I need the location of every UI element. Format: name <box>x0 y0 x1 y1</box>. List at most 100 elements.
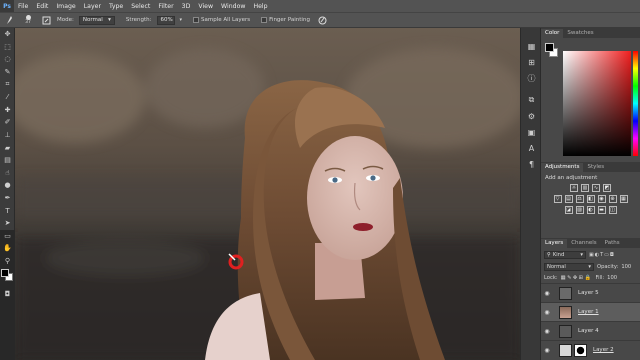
history-icon[interactable]: ▦ <box>521 38 542 54</box>
foreground-color[interactable] <box>1 269 9 278</box>
layer-name[interactable]: Layer 1 <box>578 309 599 315</box>
posterize-icon[interactable]: ▨ <box>575 206 584 214</box>
document-canvas[interactable] <box>15 28 520 360</box>
tab-color[interactable]: Color <box>541 29 564 38</box>
quick-select-icon[interactable]: ✎ <box>0 66 15 79</box>
paragraph-icon[interactable]: ¶ <box>521 156 542 172</box>
fill-value[interactable]: 100 <box>607 275 617 281</box>
info-icon[interactable]: ⓘ <box>521 70 542 86</box>
tab-channels[interactable]: Channels <box>567 239 600 248</box>
color-panel-tabs: Color Swatches <box>541 28 640 38</box>
eye-icon[interactable]: ◉ <box>541 290 553 297</box>
menu-image[interactable]: Image <box>52 3 79 10</box>
black-white-icon[interactable]: ◧ <box>586 195 595 203</box>
lock-icons[interactable]: ▦✎✥⊞🔒 <box>561 275 593 281</box>
eyedropper-icon[interactable]: ⁄ <box>0 91 15 104</box>
opacity-value[interactable]: 100 <box>621 264 631 270</box>
layer-row-layer-1[interactable]: ◉ Layer 1 <box>541 302 640 321</box>
menu-view[interactable]: View <box>194 3 217 10</box>
clone-source-icon[interactable]: ⚙ <box>521 108 542 124</box>
strength-field[interactable]: 60% <box>156 15 175 25</box>
brush-panel-icon[interactable] <box>40 14 52 26</box>
marquee-icon[interactable]: ⬚ <box>0 41 15 54</box>
shape-icon[interactable]: ▭ <box>0 230 15 243</box>
lasso-icon[interactable]: ◌ <box>0 53 15 66</box>
vibrance-icon[interactable]: ▽ <box>553 195 562 203</box>
chevron-down-icon[interactable]: ▾ <box>180 17 183 23</box>
smudge-icon[interactable]: ☝ <box>0 167 15 180</box>
brush-icon[interactable]: ✐ <box>0 116 15 129</box>
foreground-color-swatch[interactable] <box>545 43 554 52</box>
dodge-icon[interactable]: ● <box>0 179 15 192</box>
layer-name[interactable]: Layer 2 <box>593 347 614 353</box>
menu-3d[interactable]: 3D <box>178 3 195 10</box>
crop-icon[interactable]: ⌗ <box>0 78 15 91</box>
healing-icon[interactable]: ✚ <box>0 104 15 117</box>
strength-value: 60% <box>160 17 173 23</box>
pen-icon[interactable]: ✒ <box>0 192 15 205</box>
channel-mixer-icon[interactable]: ⊕ <box>608 195 617 203</box>
color-picker-field[interactable] <box>563 51 631 156</box>
navigator-icon[interactable]: ▣ <box>521 124 542 140</box>
panel-icon-strip: ▦ ⊞ ⓘ ⧉ ⚙ ▣ A ¶ <box>520 28 541 360</box>
tab-styles[interactable]: Styles <box>583 163 608 172</box>
color-balance-icon[interactable]: ⚖ <box>575 195 584 203</box>
selective-color-icon[interactable]: ◫ <box>608 206 617 214</box>
menu-help[interactable]: Help <box>249 3 271 10</box>
eye-icon[interactable]: ◉ <box>541 347 553 354</box>
color-lookup-icon[interactable]: ▦ <box>619 195 628 203</box>
tab-layers[interactable]: Layers <box>541 239 568 248</box>
layer-row-layer-4[interactable]: ◉ Layer 4 <box>541 321 640 340</box>
menu-file[interactable]: File <box>14 3 32 10</box>
stamp-icon[interactable]: ⊥ <box>0 129 15 142</box>
menu-filter[interactable]: Filter <box>154 3 177 10</box>
zoom-icon[interactable]: ⚲ <box>0 255 15 268</box>
layer-row-layer-5[interactable]: ◉ Layer 5 <box>541 283 640 302</box>
invert-icon[interactable]: ◪ <box>564 206 573 214</box>
mode-select[interactable]: Normal ▾ <box>78 15 115 25</box>
hue-slider[interactable] <box>633 51 638 156</box>
pressure-icon[interactable] <box>317 14 329 26</box>
layer-name[interactable]: Layer 4 <box>578 328 599 334</box>
levels-icon[interactable]: ▥ <box>581 184 589 192</box>
gradient-icon[interactable]: ▤ <box>0 154 15 167</box>
eraser-icon[interactable]: ▰ <box>0 141 15 154</box>
tab-paths[interactable]: Paths <box>601 239 624 248</box>
layer-row-layer-2[interactable]: ◉ Layer 2 <box>541 340 640 359</box>
move-icon[interactable]: ✥ <box>0 28 15 41</box>
eye-icon[interactable]: ◉ <box>541 328 553 335</box>
exposure-icon[interactable]: ◩ <box>603 184 611 192</box>
sample-all-layers-checkbox[interactable]: Sample All Layers <box>193 17 250 23</box>
layer-mask-thumbnail[interactable] <box>574 343 587 357</box>
hue-saturation-icon[interactable]: ▤ <box>564 195 573 203</box>
menu-select[interactable]: Select <box>127 3 154 10</box>
color-swatches[interactable] <box>0 267 14 287</box>
brightness-contrast-icon[interactable]: ☼ <box>570 184 578 192</box>
tab-swatches[interactable]: Swatches <box>563 29 597 38</box>
kind-filter-select[interactable]: ⚲ Kind ▾ <box>544 250 586 259</box>
character-icon[interactable]: A <box>521 140 542 156</box>
threshold-icon[interactable]: ◐ <box>586 206 595 214</box>
eye-icon[interactable]: ◉ <box>541 309 553 316</box>
path-select-icon[interactable]: ➤ <box>0 217 15 230</box>
opacity-label: Opacity: <box>597 263 619 270</box>
tab-adjustments[interactable]: Adjustments <box>541 163 584 172</box>
gradient-map-icon[interactable]: ▬ <box>597 206 606 214</box>
properties-icon[interactable]: ⊞ <box>521 54 542 70</box>
layer-name[interactable]: Layer 5 <box>578 290 599 296</box>
filter-type-icons[interactable]: ▣◐T▭◘ <box>589 252 615 258</box>
brush-presets-icon[interactable]: ⧉ <box>521 92 542 108</box>
menu-layer[interactable]: Layer <box>80 3 105 10</box>
menu-edit[interactable]: Edit <box>32 3 52 10</box>
type-icon[interactable]: T <box>0 204 15 217</box>
menu-window[interactable]: Window <box>217 3 249 10</box>
quick-mask-icon[interactable]: ◘ <box>0 287 15 300</box>
finger-painting-checkbox[interactable]: Finger Painting <box>261 17 310 23</box>
blend-mode-select[interactable]: Normal ▾ <box>544 262 594 271</box>
brush-preset-picker[interactable]: 37 <box>21 15 35 25</box>
photo-filter-icon[interactable]: ◉ <box>597 195 606 203</box>
curves-icon[interactable]: ∿ <box>592 184 600 192</box>
menu-type[interactable]: Type <box>105 3 127 10</box>
smudge-tool-icon[interactable] <box>4 14 16 26</box>
hand-icon[interactable]: ✋ <box>0 242 15 255</box>
